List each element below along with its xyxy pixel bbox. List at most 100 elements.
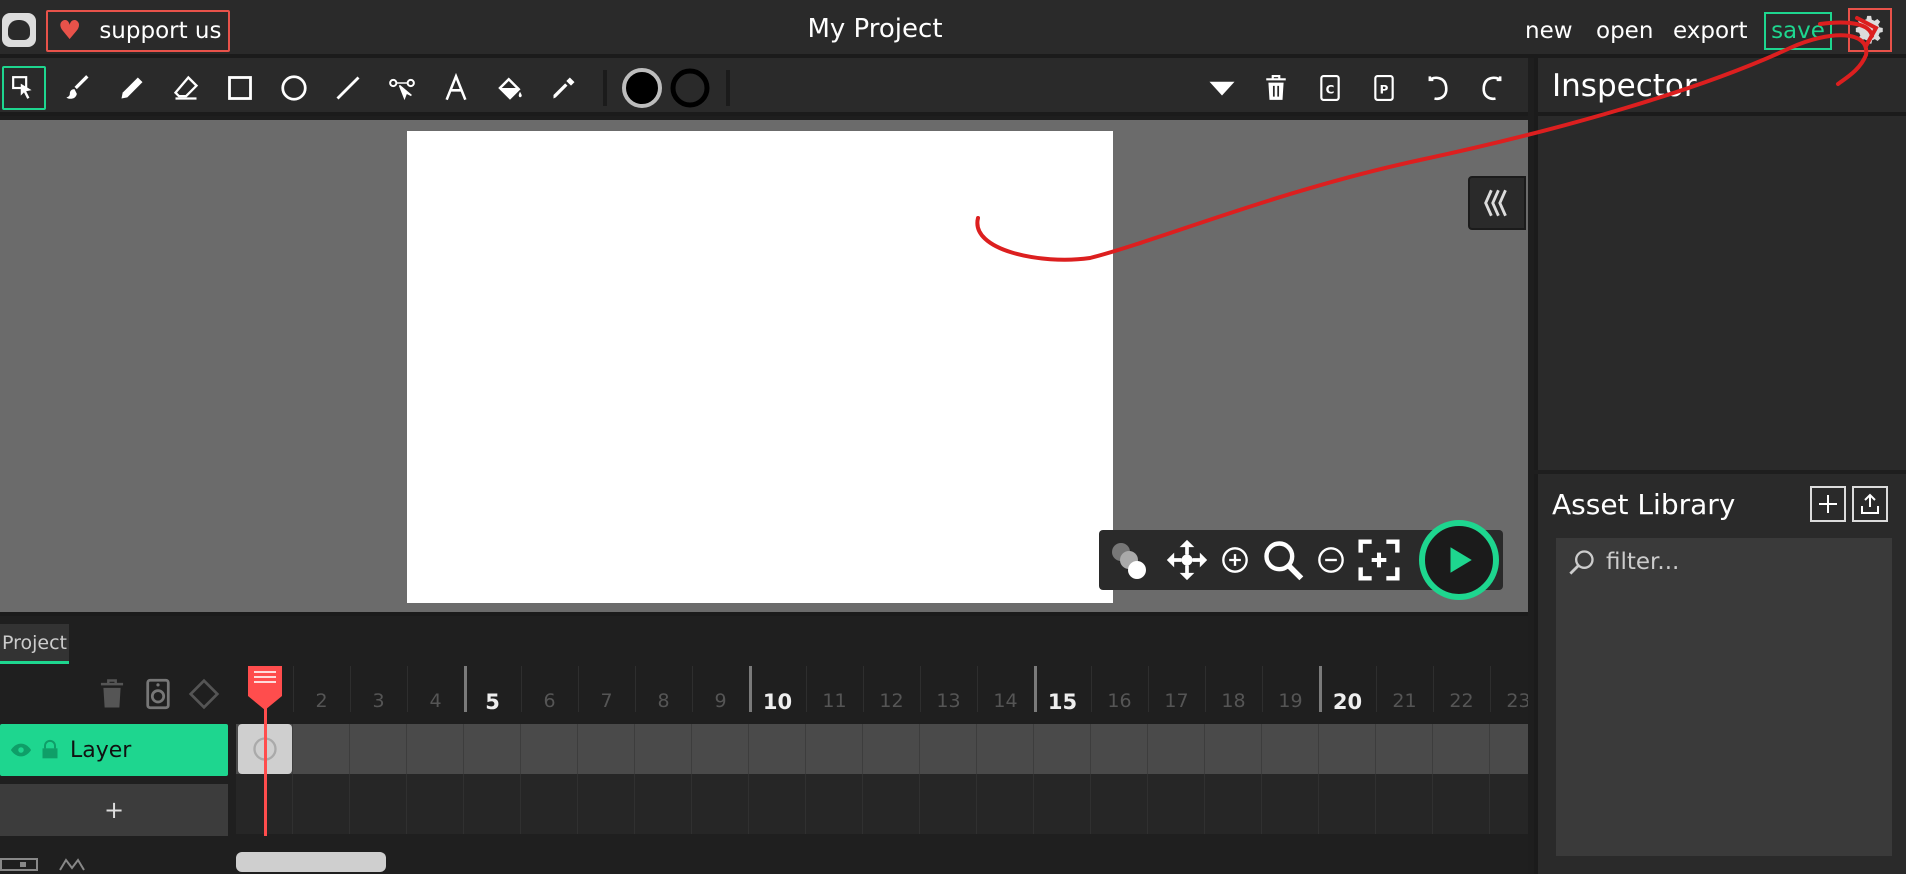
frame-cell[interactable] <box>1091 724 1148 774</box>
new-button[interactable]: new <box>1525 18 1573 44</box>
fit-to-screen-button[interactable] <box>1357 538 1401 582</box>
paste-icon: P <box>1374 75 1394 101</box>
gear-icon <box>1855 15 1883 44</box>
frame-cell[interactable] <box>1262 724 1319 774</box>
copy-button[interactable]: C <box>1308 66 1352 110</box>
add-keyframe-button[interactable] <box>186 676 222 712</box>
frame-cell[interactable] <box>692 724 749 774</box>
layer-row[interactable]: Layer <box>0 724 228 776</box>
path-tool[interactable] <box>380 66 424 110</box>
redo-button[interactable] <box>1470 66 1514 110</box>
frame-cell[interactable] <box>521 724 578 774</box>
frame-cell[interactable] <box>1433 724 1490 774</box>
frame-cell[interactable] <box>749 724 806 774</box>
frame-number: 7 <box>600 690 613 712</box>
import-asset-button[interactable] <box>1852 486 1888 522</box>
frame-cell[interactable] <box>464 724 521 774</box>
asset-library-panel: Asset Library <box>1534 474 1906 874</box>
playhead-handle[interactable] <box>246 666 284 710</box>
ellipse-tool[interactable] <box>272 66 316 110</box>
frame-number: 21 <box>1392 690 1417 712</box>
play-button[interactable] <box>1419 520 1499 600</box>
text-tool[interactable] <box>434 66 478 110</box>
save-button[interactable]: save <box>1764 12 1832 50</box>
stroke-color-swatch[interactable] <box>668 66 712 110</box>
asset-filter-input[interactable] <box>1606 549 1866 575</box>
frame-cell[interactable] <box>1205 724 1262 774</box>
stage-area[interactable] <box>0 120 1528 612</box>
frames-view-icon[interactable] <box>0 856 40 872</box>
frame-cell[interactable] <box>1034 724 1091 774</box>
pencil-tool[interactable] <box>110 66 154 110</box>
add-asset-button[interactable] <box>1810 486 1846 522</box>
frame-cell[interactable] <box>1319 724 1376 774</box>
plus-circle-icon <box>1222 547 1248 573</box>
delete-layer-button[interactable] <box>94 676 130 712</box>
frame-cell[interactable] <box>578 724 635 774</box>
frame-cell[interactable] <box>863 724 920 774</box>
eraser-icon <box>173 75 199 100</box>
frame-cell[interactable] <box>1376 724 1433 774</box>
frame-cell[interactable] <box>1148 724 1205 774</box>
drawing-canvas[interactable] <box>407 131 1113 603</box>
eyedropper-tool[interactable] <box>542 66 586 110</box>
tab-project[interactable]: Project <box>0 624 70 664</box>
timeline-scrollbar[interactable] <box>236 852 386 872</box>
lock-icon[interactable] <box>40 739 60 761</box>
brush-tool[interactable] <box>56 66 100 110</box>
paste-button[interactable]: P <box>1362 66 1406 110</box>
zoom-button[interactable] <box>1261 538 1305 582</box>
fill-tool[interactable] <box>488 66 532 110</box>
pan-button[interactable] <box>1165 538 1209 582</box>
frame-cell[interactable] <box>920 724 977 774</box>
collapse-panel-button[interactable] <box>1468 176 1526 230</box>
add-layer-button[interactable]: + <box>0 784 228 836</box>
line-icon <box>336 76 360 100</box>
inspector-title: Inspector <box>1538 58 1906 116</box>
frame-number: 12 <box>879 690 904 712</box>
frame-cell[interactable] <box>293 724 350 774</box>
eraser-tool[interactable] <box>164 66 208 110</box>
frame-number: 22 <box>1449 690 1474 712</box>
rectangle-tool[interactable] <box>218 66 262 110</box>
delete-button[interactable] <box>1254 66 1298 110</box>
line-tool[interactable] <box>326 66 370 110</box>
tweens-view-icon[interactable] <box>58 856 90 872</box>
cursor-tool[interactable] <box>2 66 46 110</box>
onion-skin-button[interactable] <box>1107 538 1151 582</box>
onion-skin-icon <box>1112 543 1146 579</box>
view-controls <box>1099 520 1503 600</box>
inspector-panel: Inspector <box>1534 58 1906 470</box>
frame-number: 16 <box>1107 690 1132 712</box>
frame-cell[interactable] <box>806 724 863 774</box>
minus-circle-icon <box>1318 547 1344 573</box>
more-options-dropdown[interactable] <box>1200 66 1244 110</box>
frame-cell <box>1319 774 1376 834</box>
frame-number: 19 <box>1278 690 1303 712</box>
empty-frame-row <box>236 774 1528 834</box>
frame-row[interactable] <box>236 724 1528 774</box>
export-button[interactable]: export <box>1673 18 1748 44</box>
frame-cell[interactable] <box>407 724 464 774</box>
frame-cell <box>521 774 578 834</box>
asset-list[interactable] <box>1556 586 1892 856</box>
open-button[interactable]: open <box>1596 18 1653 44</box>
frame-cell[interactable] <box>1490 724 1528 774</box>
settings-button[interactable] <box>1848 8 1892 52</box>
top-bar: ♥ support us My Project new open export … <box>0 0 1906 58</box>
zoom-out-button[interactable] <box>1309 538 1353 582</box>
frame-cell[interactable] <box>350 724 407 774</box>
play-icon <box>1450 547 1472 573</box>
frame-cell <box>863 774 920 834</box>
fill-color-swatch[interactable] <box>620 66 664 110</box>
project-title[interactable]: My Project <box>0 14 1750 44</box>
frame-number: 6 <box>543 690 556 712</box>
eye-icon[interactable] <box>10 739 32 761</box>
frame-cell[interactable] <box>977 724 1034 774</box>
redo-icon <box>1482 76 1502 101</box>
zoom-in-button[interactable] <box>1213 538 1257 582</box>
undo-button[interactable] <box>1416 66 1460 110</box>
add-sound-layer-button[interactable] <box>140 676 176 712</box>
frame-cell[interactable] <box>635 724 692 774</box>
frame-grid[interactable]: 2 3 4 5 6 7 8 9 10 11 12 13 14 15 16 17 18 19 20 21 22 23 <box>236 666 1528 836</box>
